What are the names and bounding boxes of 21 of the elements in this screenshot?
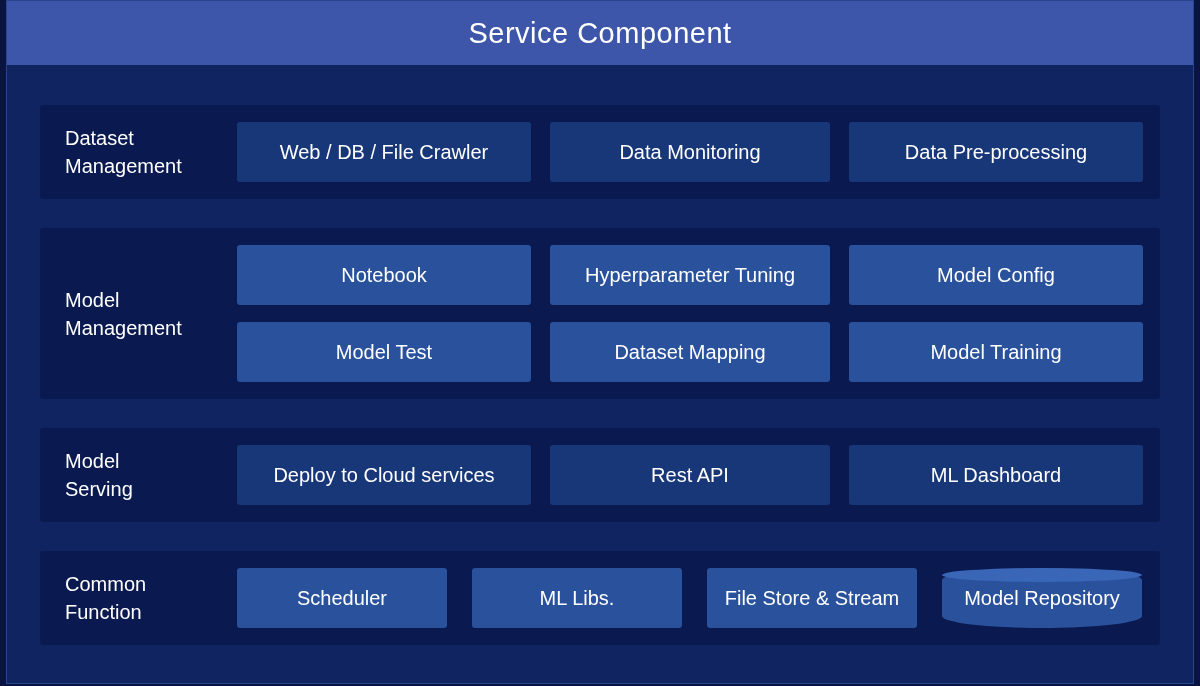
- component-box: ML Dashboard: [849, 445, 1143, 505]
- component-box: Notebook: [237, 245, 531, 305]
- section-label: Dataset Management: [65, 126, 183, 179]
- component-box: Hyperparameter Tuning: [550, 245, 830, 305]
- component-box: Scheduler: [237, 568, 447, 628]
- diagram-title: Service Component: [7, 1, 1193, 65]
- component-box: Data Pre-processing: [849, 122, 1143, 182]
- component-box: File Store & Stream: [707, 568, 917, 628]
- section-label: Model Management: [65, 287, 183, 341]
- component-box: ML Libs.: [472, 568, 682, 628]
- component-box: Model Test: [237, 322, 531, 382]
- repository-cylinder: Model Repository: [942, 568, 1142, 628]
- component-box: Web / DB / File Crawler: [237, 122, 531, 182]
- component-box: Deploy to Cloud services: [237, 445, 531, 505]
- component-box: Model Config: [849, 245, 1143, 305]
- section-label: Common Function: [65, 572, 148, 625]
- component-box: Dataset Mapping: [550, 322, 830, 382]
- component-box: Rest API: [550, 445, 830, 505]
- section-label: Model Serving: [65, 449, 134, 502]
- component-box: Data Monitoring: [550, 122, 830, 182]
- component-box: Model Training: [849, 322, 1143, 382]
